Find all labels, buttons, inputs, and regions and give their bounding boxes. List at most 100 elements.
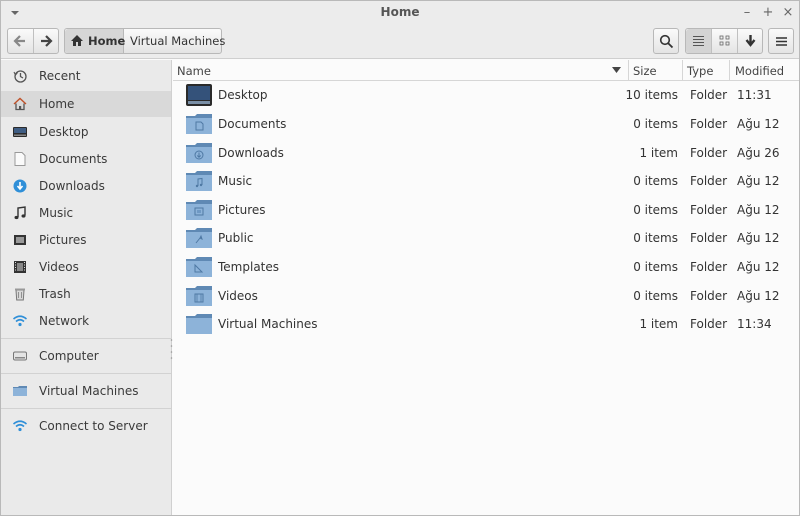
close-icon[interactable]: × bbox=[780, 5, 796, 21]
file-type: Folder bbox=[690, 317, 728, 331]
file-modified: Ağu 12 bbox=[737, 117, 780, 131]
breadcrumb-virtual-machines[interactable]: Virtual Machines bbox=[130, 34, 225, 48]
file-modified: Ağu 12 bbox=[737, 174, 780, 188]
file-size: 0 items bbox=[633, 117, 678, 131]
file-type: Folder bbox=[690, 88, 728, 102]
column-type[interactable]: Type bbox=[687, 64, 713, 78]
file-list: Name Size Type Modified Desktop 10 items… bbox=[173, 60, 799, 515]
file-size: 1 item bbox=[639, 146, 678, 160]
sidebar-item-virtual-machines[interactable]: Virtual Machines bbox=[1, 378, 171, 404]
documents-icon bbox=[14, 152, 26, 166]
file-modified: 11:31 bbox=[737, 88, 772, 102]
file-size: 1 item bbox=[639, 317, 678, 331]
list-view-icon bbox=[693, 36, 704, 46]
sidebar-item-downloads[interactable]: Downloads bbox=[1, 173, 171, 199]
arrow-down-icon bbox=[745, 35, 756, 47]
sidebar: Recent Home Desktop Documents Downloads … bbox=[1, 60, 173, 515]
list-item[interactable]: Public 0 items Folder Ağu 12 bbox=[173, 224, 799, 252]
sidebar-item-home[interactable]: Home bbox=[1, 91, 171, 117]
window-title: Home bbox=[380, 5, 420, 19]
file-size: 0 items bbox=[633, 231, 678, 245]
list-item[interactable]: Virtual Machines 1 item Folder 11:34 bbox=[173, 310, 799, 338]
forward-arrow-icon[interactable] bbox=[39, 34, 53, 48]
search-button[interactable] bbox=[653, 28, 679, 54]
file-type: Folder bbox=[690, 231, 728, 245]
documents-folder-icon bbox=[186, 114, 212, 134]
file-size: 0 items bbox=[633, 260, 678, 274]
home-icon bbox=[13, 97, 27, 111]
list-item[interactable]: Desktop 10 items Folder 11:31 bbox=[173, 81, 799, 109]
network-icon bbox=[12, 420, 28, 432]
column-modified[interactable]: Modified bbox=[735, 64, 784, 78]
folder-icon bbox=[13, 386, 27, 396]
back-arrow-icon[interactable] bbox=[13, 34, 27, 48]
sidebar-item-label: Music bbox=[39, 206, 74, 220]
sidebar-item-network[interactable]: Network bbox=[1, 308, 171, 334]
minimize-icon[interactable]: – bbox=[739, 5, 755, 21]
file-name: Music bbox=[218, 174, 253, 188]
sidebar-item-desktop[interactable]: Desktop bbox=[1, 119, 171, 145]
sidebar-item-label: Home bbox=[39, 97, 75, 111]
sidebar-item-label: Videos bbox=[39, 260, 79, 274]
file-modified: 11:34 bbox=[737, 317, 772, 331]
sidebar-item-label: Computer bbox=[39, 349, 99, 363]
list-item[interactable]: Documents 0 items Folder Ağu 12 bbox=[173, 110, 799, 138]
sidebar-item-videos[interactable]: Videos bbox=[1, 254, 171, 280]
file-modified: Ağu 26 bbox=[737, 146, 780, 160]
sidebar-item-music[interactable]: Music bbox=[1, 200, 171, 226]
title-bar: Home – + × bbox=[1, 1, 799, 25]
sidebar-item-label: Recent bbox=[39, 69, 81, 83]
sidebar-item-pictures[interactable]: Pictures bbox=[1, 227, 171, 253]
file-type: Folder bbox=[690, 117, 728, 131]
desktop-icon bbox=[13, 127, 27, 137]
maximize-icon[interactable]: + bbox=[760, 5, 776, 21]
file-name: Desktop bbox=[218, 88, 268, 102]
sidebar-item-computer[interactable]: Computer bbox=[1, 343, 171, 369]
pictures-icon bbox=[14, 235, 26, 245]
sidebar-item-label: Connect to Server bbox=[39, 419, 148, 433]
file-size: 0 items bbox=[633, 174, 678, 188]
breadcrumb-home-label: Home bbox=[88, 34, 126, 48]
file-name: Pictures bbox=[218, 203, 266, 217]
breadcrumb-home[interactable]: Home bbox=[65, 29, 126, 53]
file-name: Templates bbox=[218, 260, 280, 274]
sidebar-item-documents[interactable]: Documents bbox=[1, 146, 171, 172]
file-size: 0 items bbox=[633, 289, 678, 303]
sidebar-item-label: Downloads bbox=[39, 179, 105, 193]
file-type: Folder bbox=[690, 203, 728, 217]
column-size[interactable]: Size bbox=[633, 64, 657, 78]
public-folder-icon bbox=[186, 228, 212, 248]
list-item[interactable]: Pictures 0 items Folder Ağu 12 bbox=[173, 196, 799, 224]
network-icon bbox=[12, 315, 28, 327]
sidebar-divider bbox=[1, 373, 171, 374]
home-icon bbox=[71, 35, 83, 46]
sidebar-item-trash[interactable]: Trash bbox=[1, 281, 171, 307]
videos-icon bbox=[14, 261, 26, 273]
menu-button[interactable] bbox=[768, 28, 794, 54]
file-type: Folder bbox=[690, 289, 728, 303]
list-view-button[interactable] bbox=[686, 29, 712, 53]
list-item[interactable]: Videos 0 items Folder Ağu 12 bbox=[173, 282, 799, 310]
sort-descending-icon[interactable] bbox=[612, 67, 621, 74]
videos-folder-icon bbox=[186, 286, 212, 306]
file-type: Folder bbox=[690, 146, 728, 160]
list-item[interactable]: Templates 0 items Folder Ağu 12 bbox=[173, 253, 799, 281]
sidebar-item-connect-to-server[interactable]: Connect to Server bbox=[1, 413, 171, 439]
grid-view-button[interactable] bbox=[712, 29, 738, 53]
file-size: 10 items bbox=[625, 88, 678, 102]
list-item[interactable]: Music 0 items Folder Ağu 12 bbox=[173, 167, 799, 195]
folder-icon bbox=[186, 314, 212, 334]
toolbar: Home Virtual Machines bbox=[1, 25, 799, 59]
downloads-folder-icon bbox=[186, 143, 212, 163]
list-item[interactable]: Downloads 1 item Folder Ağu 26 bbox=[173, 139, 799, 167]
desktop-folder-icon bbox=[186, 84, 212, 106]
sidebar-item-label: Pictures bbox=[39, 233, 87, 247]
sidebar-item-recent[interactable]: Recent bbox=[1, 63, 171, 89]
file-name: Downloads bbox=[218, 146, 284, 160]
grid-view-icon bbox=[719, 35, 730, 46]
file-modified: Ağu 12 bbox=[737, 289, 780, 303]
column-name[interactable]: Name bbox=[177, 64, 211, 78]
recent-icon bbox=[13, 70, 27, 83]
navigation-buttons bbox=[7, 28, 59, 54]
download-view-button[interactable] bbox=[738, 29, 764, 53]
